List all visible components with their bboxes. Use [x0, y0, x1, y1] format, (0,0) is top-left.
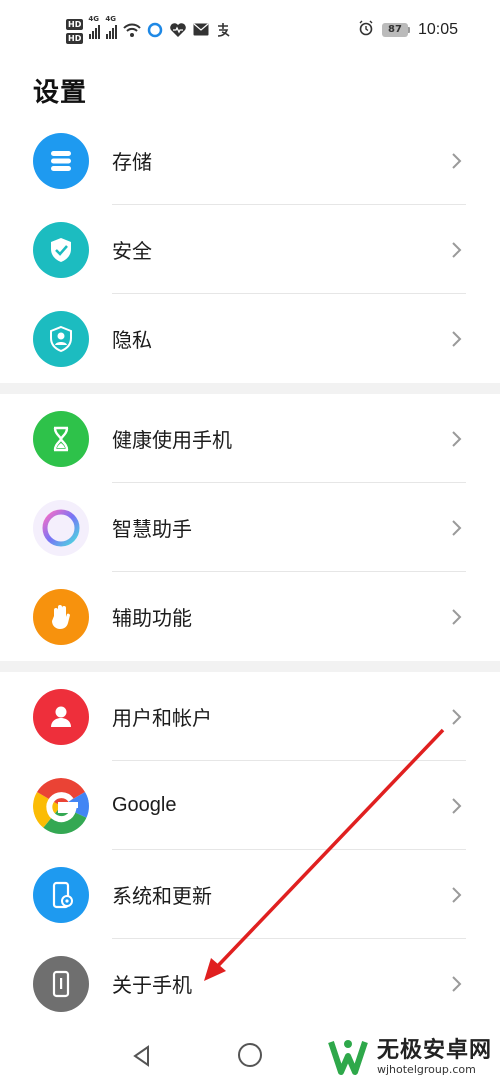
storage-icon: [33, 132, 89, 189]
settings-item-accessibility[interactable]: 辅助功能: [0, 572, 500, 661]
settings-item-digital-balance[interactable]: 健康使用手机: [0, 394, 500, 483]
chevron-right-icon: [452, 886, 462, 903]
settings-item-system-update[interactable]: 系统和更新: [0, 850, 500, 939]
hand-icon: [33, 588, 89, 645]
chevron-right-icon: [452, 152, 462, 169]
chevron-right-icon: [452, 430, 462, 447]
chevron-right-icon: [452, 975, 462, 992]
settings-item-google[interactable]: Google: [0, 761, 500, 850]
watermark-text: 无极安卓网 wjhotelgroup.com: [376, 1037, 492, 1076]
mail-icon: [193, 23, 209, 39]
home-icon[interactable]: [238, 1043, 262, 1067]
alarm-icon: [358, 20, 374, 40]
hd-badge: HD: [66, 32, 84, 44]
settings-item-label: 隐私: [112, 328, 152, 352]
settings-group-1: 存储 安全 隐私: [0, 116, 500, 383]
google-icon: [33, 777, 89, 834]
signal-icon: 4G: [88, 15, 101, 39]
chevron-right-icon: [452, 241, 462, 258]
settings-item-smart-assistant[interactable]: 智慧助手: [0, 483, 500, 572]
chevron-right-icon: [452, 608, 462, 625]
chevron-right-icon: [452, 708, 462, 725]
status-bar: HD HD 4G 4G 87 10:05: [0, 0, 500, 62]
chevron-right-icon: [452, 330, 462, 347]
settings-item-label: Google: [112, 794, 177, 816]
chevron-right-icon: [452, 519, 462, 536]
system-update-icon: [33, 866, 89, 923]
settings-item-about-phone[interactable]: 关于手机: [0, 939, 500, 1028]
settings-item-label: 系统和更新: [112, 884, 212, 908]
wifi-icon: [123, 22, 142, 41]
settings-item-security[interactable]: 安全: [0, 205, 500, 294]
settings-item-label: 安全: [112, 239, 152, 263]
group-separator: [0, 383, 500, 394]
watermark-url: wjhotelgroup.com: [376, 1062, 476, 1076]
phone-info-icon: [33, 955, 89, 1012]
watermark-title: 无极安卓网: [376, 1037, 492, 1063]
signal-icon: 4G: [105, 15, 118, 39]
settings-item-privacy[interactable]: 隐私: [0, 294, 500, 383]
clock-time: 10:05: [417, 21, 458, 38]
health-icon: [169, 22, 187, 41]
settings-item-label: 健康使用手机: [112, 428, 232, 452]
settings-item-label: 辅助功能: [112, 606, 192, 630]
hd-badge: HD: [66, 18, 84, 30]
group-separator: [0, 661, 500, 672]
privacy-icon: [33, 310, 89, 367]
status-left: HD HD 4G 4G: [66, 14, 231, 48]
settings-group-3: 用户和帐户 Google 系统和更新 关于手机: [0, 672, 500, 1028]
assistant-ring-icon: [33, 499, 89, 556]
settings-group-2: 健康使用手机 智慧助手 辅助功能: [0, 394, 500, 661]
status-right: 87 10:05: [358, 20, 458, 40]
settings-item-users-accounts[interactable]: 用户和帐户: [0, 672, 500, 761]
hd-badges: HD HD: [66, 18, 84, 44]
hourglass-icon: [33, 410, 89, 467]
settings-item-label: 关于手机: [112, 973, 192, 997]
back-icon[interactable]: [130, 1044, 154, 1068]
user-icon: [33, 688, 89, 745]
network-type: 4G: [105, 15, 116, 23]
shield-check-icon: [33, 221, 89, 278]
alipay-icon: [215, 22, 231, 41]
network-type: 4G: [88, 15, 99, 23]
battery-icon: 87: [381, 23, 410, 37]
battery-level: 87: [381, 23, 408, 37]
settings-item-label: 存储: [112, 150, 152, 174]
watermark: 无极安卓网 wjhotelgroup.com: [325, 1030, 492, 1084]
settings-item-storage[interactable]: 存储: [0, 116, 500, 205]
settings-item-label: 用户和帐户: [112, 706, 212, 730]
settings-item-label: 智慧助手: [112, 517, 192, 541]
chevron-right-icon: [452, 797, 462, 814]
browser-icon: [147, 22, 163, 41]
page-title: 设置: [33, 78, 88, 108]
watermark-logo-icon: [328, 1040, 368, 1075]
